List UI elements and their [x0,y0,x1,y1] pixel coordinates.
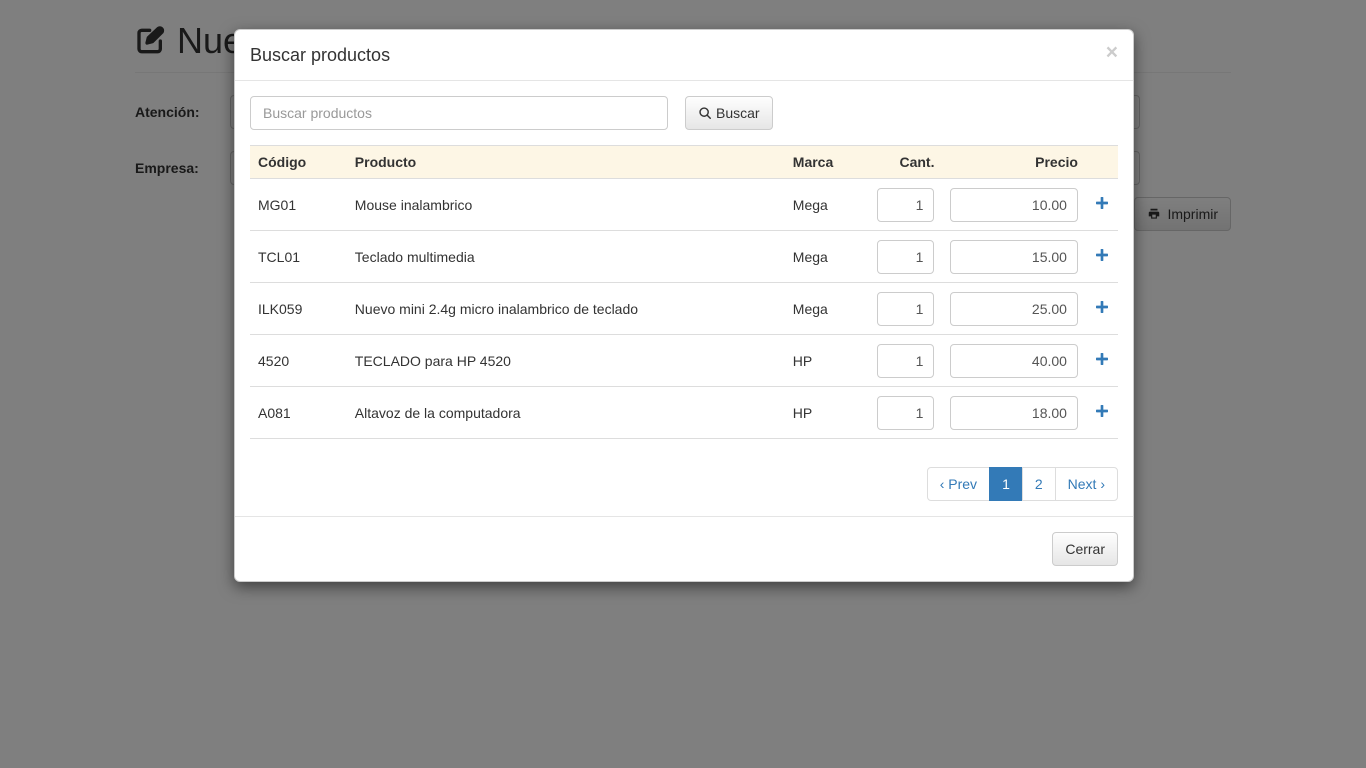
search-button-label: Buscar [716,105,760,121]
cell-add [1086,335,1118,387]
search-row: Buscar [250,96,1118,130]
price-input[interactable] [950,188,1077,222]
cell-brand: Mega [785,179,869,231]
cell-qty [869,231,943,283]
cell-code: 4520 [250,335,347,387]
qty-input[interactable] [877,240,935,274]
cell-price [942,283,1085,335]
add-button[interactable] [1094,403,1110,422]
add-button[interactable] [1094,247,1110,266]
cell-brand: HP [785,387,869,439]
search-button[interactable]: Buscar [685,96,773,130]
add-button[interactable] [1094,299,1110,318]
th-qty: Cant. [869,146,943,179]
cell-add [1086,179,1118,231]
cell-code: MG01 [250,179,347,231]
add-button[interactable] [1094,195,1110,214]
pagination: ‹ Prev 12 Next › [250,467,1118,501]
cell-price [942,335,1085,387]
modal-title: Buscar productos [250,45,1118,66]
cell-price [942,387,1085,439]
pagination-page[interactable]: 2 [1022,467,1056,501]
cell-add [1086,387,1118,439]
cell-add [1086,231,1118,283]
th-code: Código [250,146,347,179]
cell-code: ILK059 [250,283,347,335]
cell-product: Nuevo mini 2.4g micro inalambrico de tec… [347,283,785,335]
cell-qty [869,335,943,387]
th-price: Precio [942,146,1085,179]
cell-brand: Mega [785,283,869,335]
pagination-prev[interactable]: ‹ Prev [927,467,990,501]
plus-icon [1094,195,1110,214]
cell-code: A081 [250,387,347,439]
cell-qty [869,179,943,231]
cell-product: Mouse inalambrico [347,179,785,231]
price-input[interactable] [950,344,1077,378]
cell-price [942,179,1085,231]
search-icon [698,106,712,120]
cell-price [942,231,1085,283]
pagination-page[interactable]: 1 [989,467,1023,501]
pagination-next[interactable]: Next › [1055,467,1118,501]
price-input[interactable] [950,292,1077,326]
search-products-modal: Buscar productos × Buscar Código Product… [234,29,1134,582]
qty-input[interactable] [877,188,935,222]
th-add [1086,146,1118,179]
cell-product: Teclado multimedia [347,231,785,283]
price-input[interactable] [950,240,1077,274]
add-button[interactable] [1094,351,1110,370]
price-input[interactable] [950,396,1077,430]
plus-icon [1094,247,1110,266]
modal-header: Buscar productos × [235,30,1133,81]
cell-product: TECLADO para HP 4520 [347,335,785,387]
th-brand: Marca [785,146,869,179]
table-row: A081Altavoz de la computadoraHP [250,387,1118,439]
qty-input[interactable] [877,344,935,378]
table-row: MG01Mouse inalambricoMega [250,179,1118,231]
cell-product: Altavoz de la computadora [347,387,785,439]
qty-input[interactable] [877,396,935,430]
table-row: ILK059Nuevo mini 2.4g micro inalambrico … [250,283,1118,335]
modal-body: Buscar Código Producto Marca Cant. Preci… [235,81,1133,516]
plus-icon [1094,403,1110,422]
qty-input[interactable] [877,292,935,326]
modal-footer: Cerrar [235,516,1133,581]
table-row: TCL01Teclado multimediaMega [250,231,1118,283]
th-product: Producto [347,146,785,179]
plus-icon [1094,299,1110,318]
table-row: 4520TECLADO para HP 4520HP [250,335,1118,387]
close-icon[interactable]: × [1106,42,1118,63]
cell-brand: Mega [785,231,869,283]
cell-qty [869,283,943,335]
close-button[interactable]: Cerrar [1052,532,1118,566]
cell-brand: HP [785,335,869,387]
cell-code: TCL01 [250,231,347,283]
cell-add [1086,283,1118,335]
products-table: Código Producto Marca Cant. Precio MG01M… [250,145,1118,439]
search-input[interactable] [250,96,668,130]
plus-icon [1094,351,1110,370]
cell-qty [869,387,943,439]
